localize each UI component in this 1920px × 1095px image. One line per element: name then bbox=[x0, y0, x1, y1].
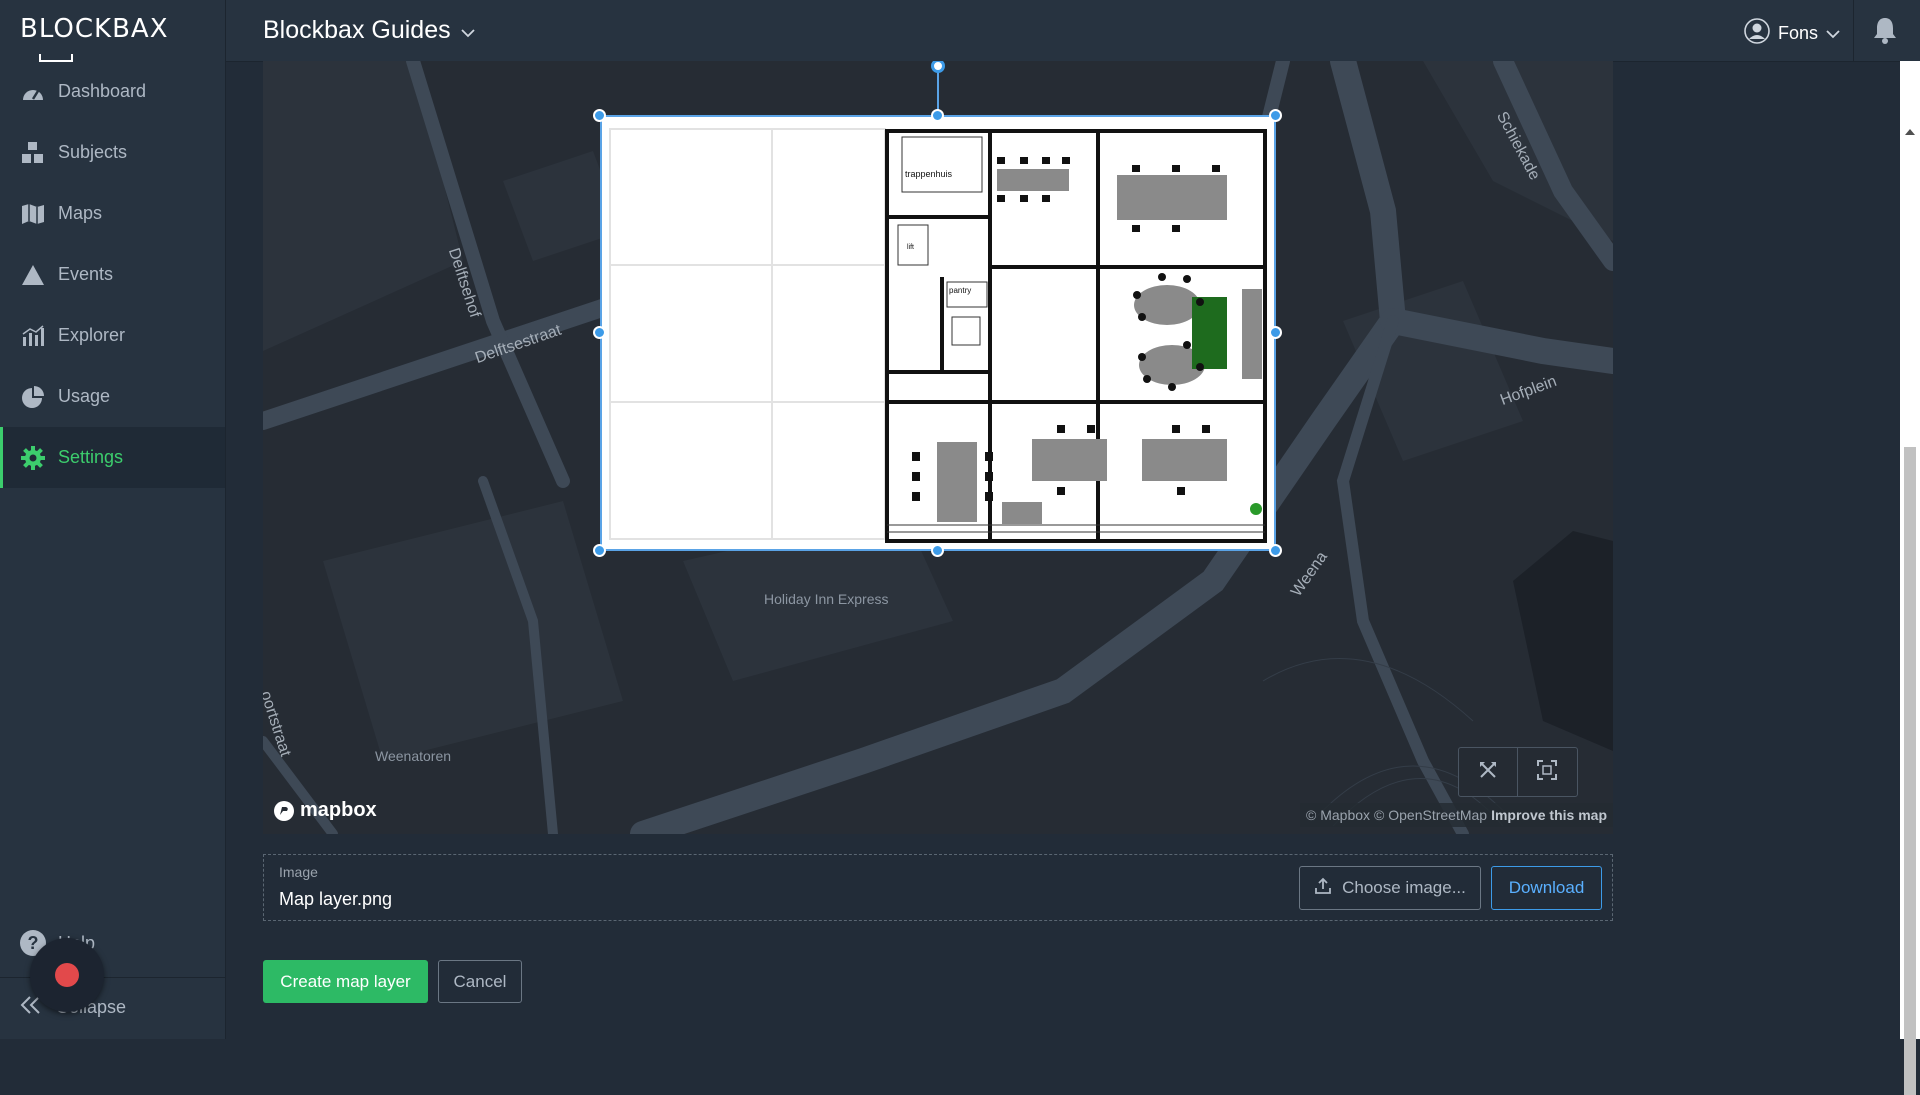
choose-image-label: Choose image... bbox=[1342, 878, 1466, 897]
image-field: Image Map layer.png Choose image... Down… bbox=[263, 854, 1613, 921]
poi-label: Holiday Inn Express bbox=[764, 591, 889, 607]
cancel-button[interactable]: Cancel bbox=[438, 960, 522, 1003]
floorplan-label: pantry bbox=[949, 286, 971, 295]
mapbox-logo-icon bbox=[274, 800, 294, 821]
sidebar-item-events[interactable]: Events bbox=[0, 244, 225, 305]
notifications-bell-icon[interactable] bbox=[1872, 16, 1898, 49]
sidebar-item-settings[interactable]: Settings bbox=[0, 427, 225, 488]
chart-icon bbox=[20, 323, 46, 349]
sidebar-item-label: Maps bbox=[58, 203, 103, 223]
resize-handle-top[interactable] bbox=[931, 109, 944, 122]
sidebar: BLOCKBAX Dashboard Subjects Maps Events … bbox=[0, 0, 226, 1039]
warning-icon bbox=[20, 262, 46, 288]
move-tool-button[interactable] bbox=[1459, 748, 1517, 796]
cross-arrows-icon bbox=[1478, 760, 1498, 785]
upload-icon bbox=[1314, 877, 1332, 900]
resize-handle-right[interactable] bbox=[1269, 326, 1282, 339]
map-controls bbox=[1458, 747, 1578, 797]
attribution-osm[interactable]: © OpenStreetMap bbox=[1374, 807, 1487, 823]
create-map-layer-button[interactable]: Create map layer bbox=[263, 960, 428, 1003]
floorplan-overlay[interactable]: trappenhuis lift pantry bbox=[600, 115, 1276, 551]
sidebar-item-label: Settings bbox=[58, 447, 124, 467]
improve-map-link[interactable]: Improve this map bbox=[1491, 807, 1607, 823]
user-avatar-icon bbox=[1744, 18, 1770, 49]
poi-label: Weenatoren bbox=[375, 748, 452, 764]
sidebar-item-label: Events bbox=[58, 264, 114, 284]
dashboard-icon bbox=[20, 79, 46, 105]
sidebar-item-label: Subjects bbox=[58, 142, 128, 162]
record-button[interactable] bbox=[30, 938, 104, 1012]
resize-handle-left[interactable] bbox=[593, 326, 606, 339]
blockbax-logo[interactable]: BLOCKBAX bbox=[20, 14, 169, 62]
download-button[interactable]: Download bbox=[1491, 866, 1602, 910]
record-dot-icon bbox=[55, 963, 79, 987]
user-menu[interactable]: Fons bbox=[1744, 18, 1840, 49]
sidebar-item-explorer[interactable]: Explorer bbox=[0, 305, 225, 366]
resize-handle-bottom[interactable] bbox=[931, 544, 944, 557]
floorplan-label: lift bbox=[907, 244, 914, 251]
top-bar: Blockbax Guides Fons bbox=[226, 0, 1920, 62]
org-name: Blockbax Guides bbox=[263, 16, 451, 44]
image-field-label: Image bbox=[279, 864, 318, 880]
chevron-down-icon bbox=[460, 16, 475, 45]
sidebar-item-label: Explorer bbox=[58, 325, 126, 345]
mapbox-logo[interactable]: mapbox bbox=[273, 799, 377, 822]
sidebar-item-maps[interactable]: Maps bbox=[0, 183, 225, 244]
org-switcher[interactable]: Blockbax Guides bbox=[263, 16, 475, 45]
resize-handle-bottom-left[interactable] bbox=[593, 544, 606, 557]
fit-to-screen-icon bbox=[1537, 759, 1557, 785]
gear-icon bbox=[20, 445, 46, 471]
user-name: Fons bbox=[1777, 23, 1818, 43]
sidebar-item-label: Usage bbox=[58, 386, 111, 406]
attribution-mapbox[interactable]: © Mapbox bbox=[1306, 807, 1370, 823]
scroll-thumb[interactable] bbox=[1904, 447, 1916, 1095]
map-canvas[interactable]: Delftsehof Delftsestraat Schiekade Hofpl… bbox=[263, 61, 1613, 834]
scroll-up-arrow-icon[interactable] bbox=[1905, 129, 1915, 135]
sidebar-nav: Dashboard Subjects Maps Events Explorer bbox=[0, 61, 225, 488]
image-file-name: Map layer.png bbox=[279, 889, 393, 909]
resize-handle-top-right[interactable] bbox=[1269, 109, 1282, 122]
fit-bounds-button[interactable] bbox=[1517, 748, 1576, 796]
choose-image-button[interactable]: Choose image... bbox=[1299, 866, 1481, 910]
sidebar-item-usage[interactable]: Usage bbox=[0, 366, 225, 427]
sidebar-item-subjects[interactable]: Subjects bbox=[0, 122, 225, 183]
sidebar-item-dashboard[interactable]: Dashboard bbox=[0, 61, 225, 122]
floorplan-image: trappenhuis lift pantry bbox=[609, 128, 1267, 543]
map-icon bbox=[20, 201, 46, 227]
resize-handle-top-left[interactable] bbox=[593, 109, 606, 122]
map-attribution: © Mapbox © OpenStreetMap Improve this ma… bbox=[1300, 803, 1613, 827]
subjects-icon bbox=[20, 140, 46, 166]
chevron-down-icon bbox=[1826, 23, 1840, 44]
mapbox-logo-text: mapbox bbox=[300, 799, 377, 821]
pie-icon bbox=[20, 384, 46, 410]
floorplan-label: trappenhuis bbox=[905, 169, 953, 179]
resize-handle-bottom-right[interactable] bbox=[1269, 544, 1282, 557]
sidebar-item-label: Dashboard bbox=[58, 81, 147, 101]
page-scrollbar[interactable] bbox=[1900, 61, 1920, 1095]
